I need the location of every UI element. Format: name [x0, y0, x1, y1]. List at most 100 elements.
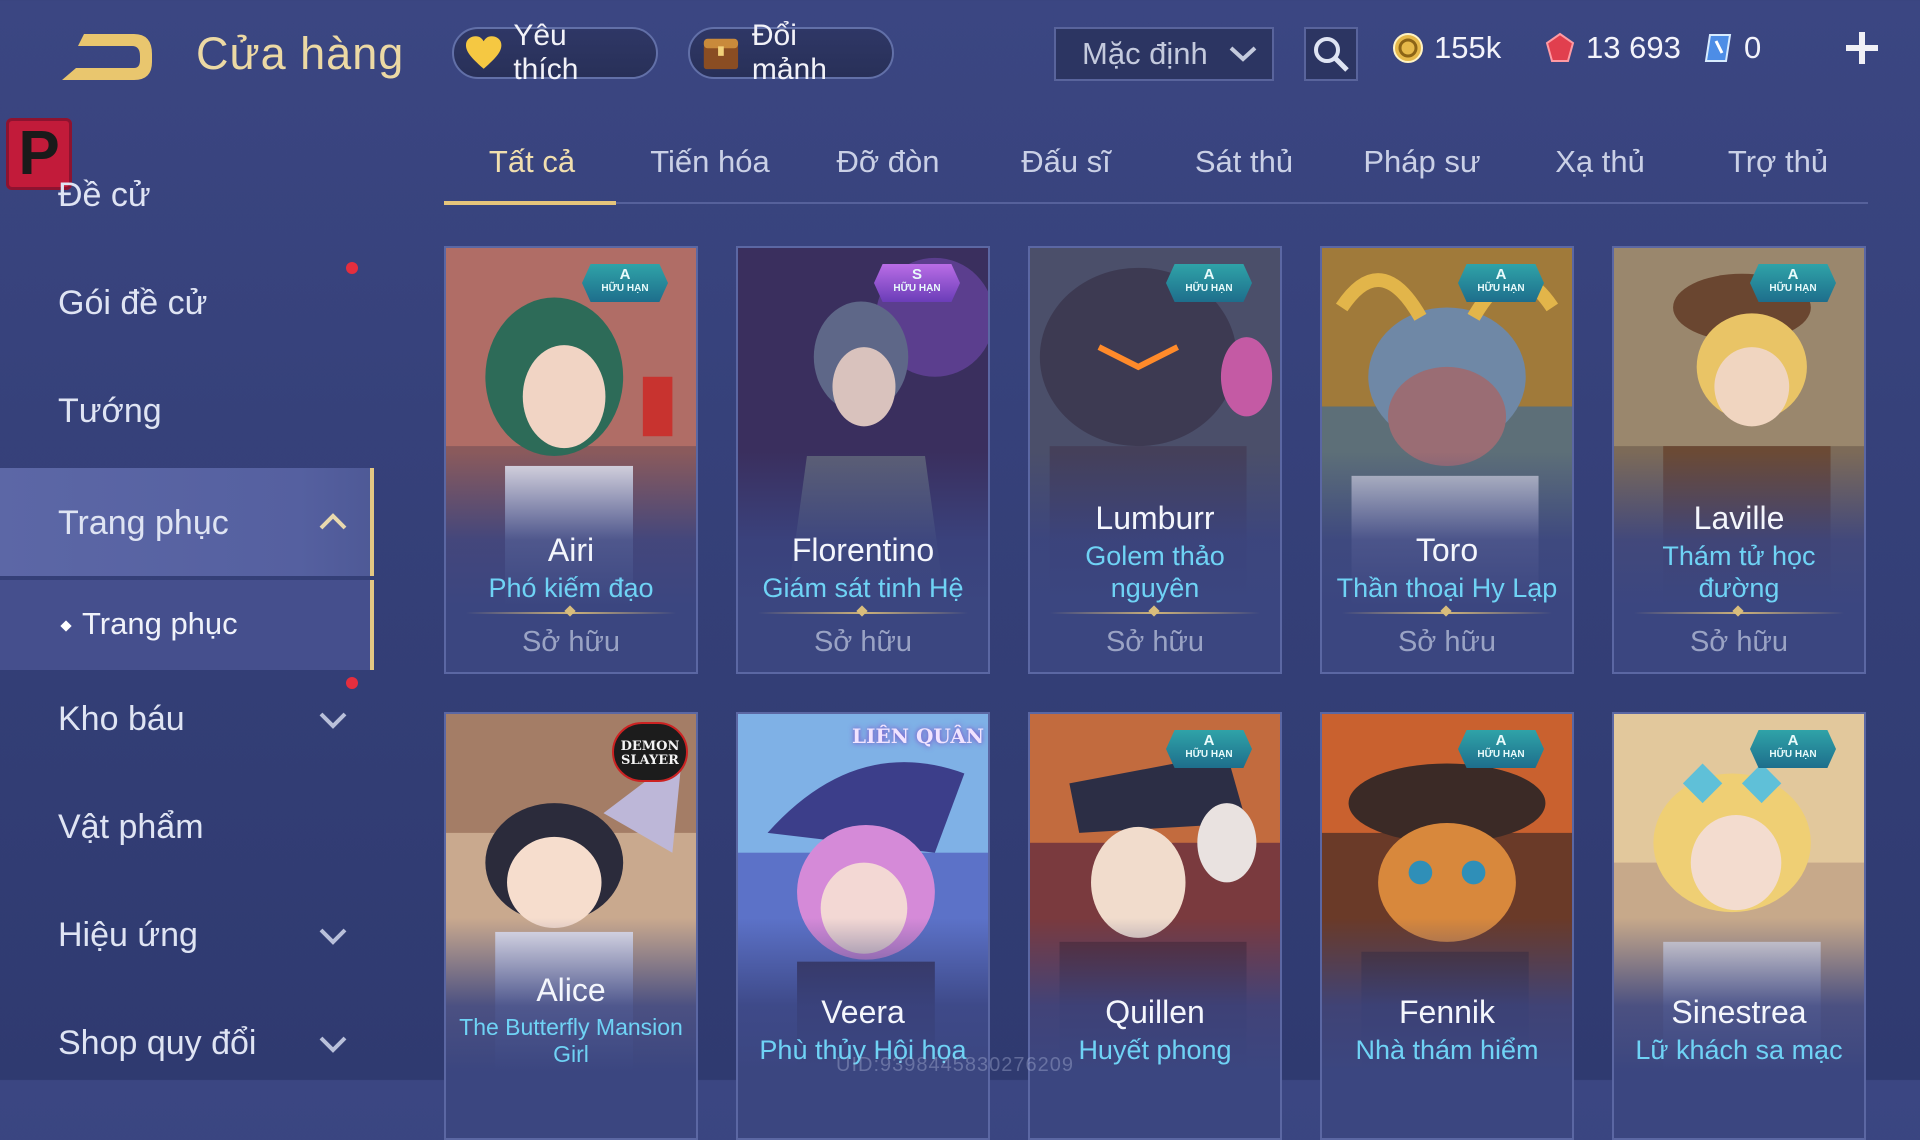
- sidebar-item-trang-phuc[interactable]: Trang phục: [0, 468, 374, 576]
- limited-badge: A HỮU HẠN: [1750, 730, 1836, 768]
- sidebar-item-label: Hiệu ứng: [58, 916, 198, 954]
- hero-name: Sinestrea: [1671, 994, 1807, 1030]
- search-button[interactable]: [1304, 27, 1358, 81]
- limited-badge: A HỮU HẠN: [582, 264, 668, 302]
- skin-name: Golem thảo nguyên: [1085, 541, 1225, 603]
- fragment-exchange-button[interactable]: Đổi mảnh: [688, 19, 894, 86]
- tab-tien-hoa[interactable]: Tiến hóa: [622, 144, 798, 180]
- hero-name: Fennik: [1398, 994, 1496, 1030]
- chevron-up-icon: [319, 513, 347, 530]
- category-tabs: Tất cả Tiến hóa Đỡ đòn Đấu sĩ Sát thủ Ph…: [444, 130, 1868, 205]
- skin-card[interactable]: DEMON SLAYER Alice The Butterfly Mansion…: [444, 712, 698, 1140]
- owned-status: Sở hữu: [1397, 626, 1497, 658]
- tab-do-don[interactable]: Đỡ đòn: [800, 144, 976, 180]
- limited-badge: A HỮU HẠN: [1166, 264, 1252, 302]
- skin-card[interactable]: A HỮU HẠN Sinestrea Lữ khách sa mạc: [1612, 712, 1866, 1140]
- chevron-down-icon: [319, 1036, 347, 1053]
- tab-label: Tiến hóa: [650, 144, 770, 179]
- tab-label: Sát thủ: [1194, 144, 1294, 179]
- tab-label: Pháp sư: [1363, 144, 1481, 179]
- limited-badge: A HỮU HẠN: [1458, 730, 1544, 768]
- demon-slayer-collab-logo: DEMON SLAYER: [612, 722, 688, 782]
- card-divider: [1634, 612, 1844, 614]
- uid-watermark: UID:9398445830276209: [836, 1054, 1074, 1076]
- sort-value: Mặc định: [1082, 36, 1208, 71]
- sidebar-item-de-cu[interactable]: Đề cử: [0, 154, 374, 240]
- sidebar-item-label: Gói đề cử: [58, 284, 208, 322]
- skin-card[interactable]: A HỮU HẠN Toro Thần thoại Hy Lạp Sở hữu: [1320, 246, 1574, 674]
- gold-value: 155k: [1434, 30, 1502, 65]
- skin-card[interactable]: A HỮU HẠN Airi Phó kiếm đạo Sở hữu: [444, 246, 698, 674]
- chevron-down-icon: [319, 928, 347, 945]
- add-currency-plus-icon[interactable]: [1842, 28, 1882, 68]
- limited-badge: S HỮU HẠN: [874, 264, 960, 302]
- sort-dropdown[interactable]: Mặc định: [1054, 27, 1274, 81]
- voucher-value: 13 693: [1586, 30, 1681, 65]
- skin-name: Lữ khách sa mạc: [1635, 1035, 1843, 1065]
- voucher-balance: 13 693: [1544, 30, 1681, 66]
- sidebar-item-shop-quy-doi[interactable]: Shop quy đổi: [0, 1002, 374, 1088]
- chest-icon: [703, 38, 739, 70]
- favorites-button[interactable]: Yêu thích: [452, 19, 658, 86]
- page-title: Cửa hàng: [196, 28, 405, 79]
- card-divider: [758, 612, 968, 614]
- skin-card[interactable]: S HỮU HẠN Florentino Giám sát tinh Hệ Sở …: [736, 246, 990, 674]
- owned-status: Sở hữu: [813, 626, 913, 658]
- tab-xa-thu[interactable]: Xạ thủ: [1512, 144, 1688, 180]
- skin-name: The Butterfly Mansion Girl: [459, 1014, 683, 1067]
- sidebar-item-hieu-ung[interactable]: Hiệu ứng: [0, 894, 374, 980]
- sidebar-item-tuong[interactable]: Tướng: [0, 370, 374, 456]
- skin-grid: A HỮU HẠN Airi Phó kiếm đạo Sở hữu S HỮU H…: [444, 246, 1868, 1140]
- sidebar-item-label: Đề cử: [58, 176, 151, 214]
- tab-sat-thu[interactable]: Sát thủ: [1156, 144, 1332, 180]
- sidebar-item-vat-pham[interactable]: Vật phẩm: [0, 786, 374, 872]
- bullet-icon: [60, 620, 72, 632]
- tab-label: Đỡ đòn: [836, 144, 940, 179]
- limited-badge: A HỮU HẠN: [1166, 730, 1252, 768]
- limited-badge: A HỮU HẠN: [1750, 264, 1836, 302]
- skin-name: Phó kiếm đạo: [488, 573, 654, 603]
- skin-card[interactable]: A HỮU HẠN Lumburr Golem thảo nguyên Sở hữ…: [1028, 246, 1282, 674]
- sidebar-item-kho-bau[interactable]: Kho báu: [0, 678, 374, 764]
- tab-phap-su[interactable]: Pháp sư: [1334, 144, 1510, 180]
- top-bar: Cửa hàng Yêu thích Đổi mảnh Mặc định 155…: [0, 0, 1920, 110]
- favorites-label: Yêu thích: [513, 19, 579, 86]
- owned-status: Sở hữu: [1105, 626, 1205, 658]
- sidebar-subitem-trang-phuc[interactable]: Trang phục: [0, 580, 374, 670]
- card-divider: [1342, 612, 1552, 614]
- chevron-down-icon: [319, 712, 347, 729]
- sidebar-item-label: Shop quy đổi: [58, 1024, 257, 1062]
- sidebar-item-label: Kho báu: [58, 700, 185, 738]
- tab-tat-ca[interactable]: Tất cả: [444, 144, 620, 180]
- fragments-label: Đổi mảnh: [751, 19, 827, 86]
- notification-dot: [346, 262, 358, 274]
- tab-dau-si[interactable]: Đấu sĩ: [978, 144, 1154, 180]
- gold-coin-icon: [1393, 33, 1423, 63]
- card-divider: [466, 612, 676, 614]
- voucher-gem-icon: [1545, 32, 1575, 62]
- crystal-balance: 0: [1704, 30, 1761, 66]
- hero-name: Veera: [821, 994, 905, 1030]
- crystal-value: 0: [1744, 30, 1762, 65]
- hero-name: Quillen: [1105, 994, 1205, 1030]
- sidebar-subitem-label: Trang phục: [82, 606, 238, 641]
- owned-status: Sở hữu: [521, 626, 621, 658]
- skin-name: Giám sát tinh Hệ: [762, 573, 964, 603]
- back-arrow-icon[interactable]: [56, 28, 156, 88]
- hero-name: Airi: [547, 532, 595, 568]
- tab-tro-thu[interactable]: Trợ thủ: [1690, 144, 1866, 180]
- tab-label: Trợ thủ: [1727, 144, 1829, 179]
- card-divider: [1050, 612, 1260, 614]
- sidebar-item-label: Vật phẩm: [58, 808, 204, 846]
- hero-name: Toro: [1415, 532, 1479, 568]
- sidebar-item-goi-de-cu[interactable]: Gói đề cử: [0, 262, 374, 348]
- sidebar-item-label: Tướng: [58, 392, 162, 430]
- hero-name: Laville: [1693, 500, 1785, 536]
- skin-name: Nhà thám hiểm: [1355, 1035, 1539, 1065]
- tab-label: Xạ thủ: [1555, 144, 1645, 179]
- skin-card[interactable]: A HỮU HẠN Fennik Nhà thám hiểm: [1320, 712, 1574, 1140]
- sidebar-item-label: Trang phục: [58, 504, 229, 542]
- owned-status: Sở hữu: [1689, 626, 1789, 658]
- gold-balance: 155k: [1392, 30, 1501, 66]
- skin-card[interactable]: A HỮU HẠN Laville Thám tử học đường Sở hữ…: [1612, 246, 1866, 674]
